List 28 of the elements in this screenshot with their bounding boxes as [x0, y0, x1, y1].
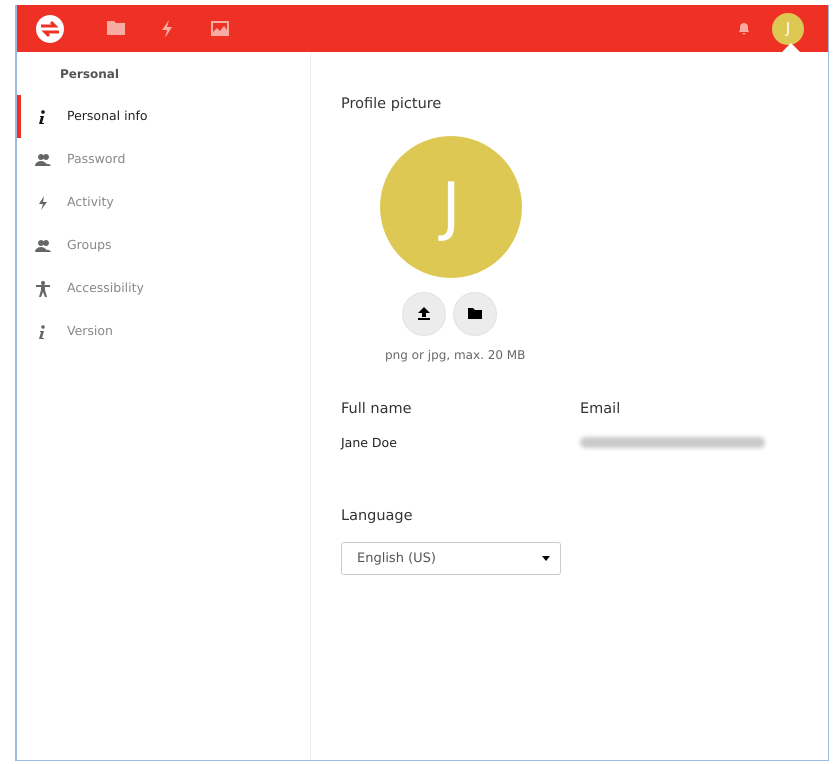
upload-button[interactable]: [402, 292, 446, 336]
folder-icon: [468, 308, 482, 320]
field-label: Email: [580, 400, 622, 419]
sidebar-heading: Personal: [59, 66, 120, 83]
sidebar-item[interactable]: Groups: [17, 224, 310, 267]
sidebar-item[interactable]: Activity: [17, 181, 310, 224]
folder-button[interactable]: [453, 292, 497, 336]
upload-icon: [418, 307, 430, 320]
people-icon: [35, 152, 51, 168]
sidebar-item[interactable]: Version: [17, 310, 310, 353]
file-hint: png or jpg, max. 20 MB: [385, 346, 526, 364]
profile-avatar: J: [380, 136, 522, 278]
full-name-value: Jane Doe: [341, 434, 398, 452]
field-label: Full name: [341, 400, 413, 419]
language-dropdown[interactable]: English (US): [341, 542, 561, 575]
logo-icon[interactable]: [35, 14, 65, 44]
caret-icon: [542, 556, 550, 561]
folder-icon[interactable]: [107, 20, 125, 37]
menu-pointer: [782, 43, 800, 52]
bell-icon[interactable]: [738, 22, 750, 35]
sidebar-item[interactable]: Accessibility: [17, 267, 310, 310]
field-label: Language: [341, 507, 414, 526]
image-icon[interactable]: [211, 20, 229, 37]
sidebar-item[interactable]: Personal info: [17, 95, 310, 138]
sidebar-item[interactable]: Password: [17, 138, 310, 181]
section-title: Profile picture: [341, 95, 442, 114]
person-icon: [35, 280, 51, 296]
people-icon: [35, 238, 51, 254]
